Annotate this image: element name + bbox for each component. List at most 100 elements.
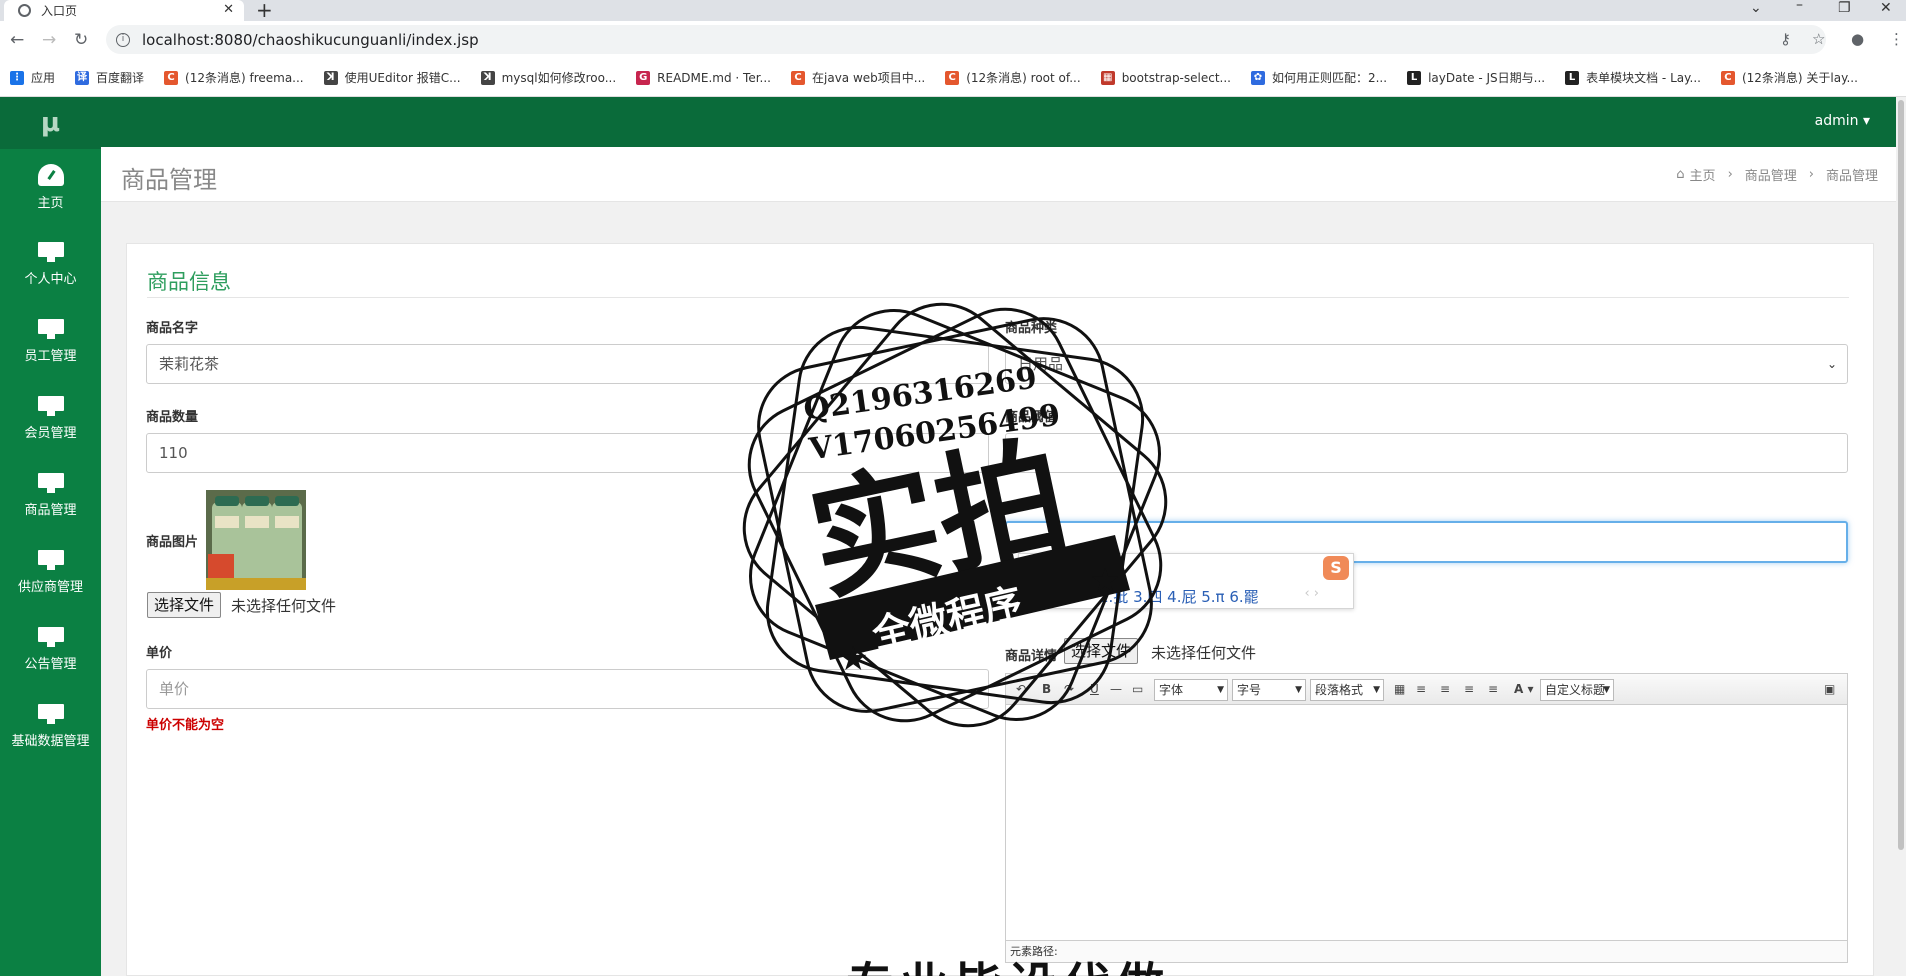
sidebar-item[interactable]: 公告管理 — [0, 611, 101, 688]
tab-title: 入口页 — [41, 4, 78, 18]
new-tab-button[interactable]: + — [256, 0, 273, 22]
bookmark-icon: ꓘ — [480, 70, 495, 85]
custom-title-combo[interactable]: 自定义标题 ▼ — [1540, 679, 1614, 701]
bookmarks-bar: ⋮ 应用 译百度翻译 C (12条消息) freema... ꓘ 使用UEditor 报错C… — [0, 59, 1906, 97]
bookmark-icon: ⋮ — [10, 70, 24, 85]
sidebar-item-label: 个人中心 — [24, 272, 77, 287]
close-tab-icon[interactable]: ✕ — [223, 2, 234, 17]
bookmark-item[interactable]: ▦ bootstrap-select... — [1100, 70, 1231, 85]
top-bar: admin ▾ — [101, 97, 1906, 147]
address-bar[interactable]: i localhost:8080/chaoshikucunguanli/inde… — [106, 25, 1826, 54]
sidebar-item-label: 基础数据管理 — [11, 734, 90, 749]
back-icon[interactable]: ← — [10, 30, 24, 50]
bookmark-item[interactable]: L 表单模块文档 - Lay... — [1565, 69, 1701, 86]
bookmark-item[interactable]: C (12条消息) 关于lay... — [1720, 69, 1858, 86]
align-justify-icon[interactable]: ≡ — [1488, 682, 1498, 696]
bookmark-item[interactable]: C (12条消息) root of... — [945, 69, 1081, 86]
size-combo[interactable]: 字号 ▼ — [1232, 679, 1306, 701]
menu-icon[interactable]: ⋮ — [1889, 30, 1904, 48]
custom-title-label: 自定义标题 — [1545, 683, 1606, 697]
bookmark-icon: G — [636, 70, 651, 85]
sogou-logo-icon: S — [1323, 556, 1349, 580]
profile-icon[interactable]: ● — [1851, 30, 1864, 48]
chevron-right-icon: › — [1727, 167, 1733, 182]
bookmark-label: 百度翻译 — [96, 71, 145, 85]
key-icon[interactable]: ⚷ — [1780, 30, 1791, 48]
tab-search-icon[interactable]: ⌄ — [1750, 0, 1762, 16]
home-icon: ⌂ — [1676, 167, 1685, 182]
bookmark-item[interactable]: LlayDate - JS日期与... — [1407, 69, 1545, 86]
star-icon: ★ — [1090, 561, 1120, 601]
browser-toolbar: ← → ↻ i localhost:8080/chaoshikucunguanl… — [0, 21, 1906, 59]
font-color-icon[interactable]: A ▾ — [1514, 682, 1534, 696]
bookmark-item[interactable]: C (12条消息) freema... — [164, 69, 304, 86]
sidebar-item-label: 商品管理 — [24, 503, 77, 518]
monitor-icon — [37, 550, 64, 570]
breadcrumb: ⌂ 主页 › 商品管理 › 商品管理 — [1676, 165, 1878, 184]
breadcrumb-home[interactable]: 主页 — [1690, 165, 1716, 184]
section-title: 商品信息 — [147, 270, 231, 294]
monitor-icon — [37, 627, 64, 647]
reload-icon[interactable]: ↻ — [74, 30, 88, 50]
sidebar-item[interactable]: 个人中心 — [0, 226, 101, 303]
bookmark-item[interactable]: G README.md · Ter... — [636, 70, 771, 85]
align-right-icon[interactable]: ≡ — [1440, 682, 1450, 696]
chevron-down-icon: ⌄ — [1826, 357, 1837, 371]
bookmark-item[interactable]: 译百度翻译 — [75, 69, 144, 86]
page-header: 商品管理 ⌂ 主页 › 商品管理 › 商品管理 — [101, 147, 1906, 202]
bookmark-item[interactable]: ꓘ 使用UEditor 报错C... — [323, 69, 461, 86]
bookmark-item[interactable]: C 在java web项目中... — [791, 69, 925, 86]
quantity-label: 商品数量 — [146, 410, 199, 425]
align-center-icon[interactable]: ≡ — [1464, 682, 1474, 696]
ime-page-nav[interactable]: ‹ › — [1304, 586, 1319, 601]
product-thumbnail — [206, 490, 306, 590]
sidebar-item[interactable]: 会员管理 — [0, 380, 101, 457]
monitor-icon — [37, 319, 64, 339]
chevron-right-icon: › — [1808, 167, 1814, 182]
paragraph-combo[interactable]: 段落格式 ▼ — [1310, 679, 1384, 701]
breadcrumb-section[interactable]: 商品管理 — [1745, 165, 1797, 184]
bookmark-label: 在java web项目中... — [812, 71, 926, 85]
sidebar-item[interactable]: 主页 — [0, 149, 101, 226]
align-left-icon[interactable]: ≡ — [1416, 682, 1426, 696]
close-window-button[interactable]: ✕ — [1880, 0, 1892, 16]
forward-icon[interactable]: → — [42, 30, 56, 50]
browser-tab[interactable]: 入口页 ✕ — [4, 0, 244, 21]
bookmark-item[interactable]: ꓘ mysql如何修改roo... — [480, 69, 616, 86]
table-icon[interactable]: ▦ — [1394, 682, 1405, 696]
image-file-button[interactable]: 选择文件 — [147, 592, 222, 618]
bookmark-item[interactable]: ✿ 如何用正则匹配：2... — [1250, 69, 1388, 86]
monitor-icon — [37, 473, 64, 493]
sidebar-item-label: 供应商管理 — [17, 580, 83, 595]
sidebar-item[interactable]: 商品管理 — [0, 457, 101, 534]
name-label: 商品名字 — [146, 321, 199, 336]
bookmark-icon: ▦ — [1100, 70, 1115, 85]
user-menu[interactable]: admin ▾ — [1815, 113, 1870, 129]
bookmark-icon: L — [1565, 70, 1580, 85]
fullscreen-icon[interactable]: ▣ — [1824, 682, 1835, 696]
monitor-icon — [37, 704, 64, 724]
price-label: 单价 — [146, 646, 173, 661]
page-title: 商品管理 — [121, 166, 217, 194]
bookmark-icon: 译 — [75, 70, 90, 85]
info-icon[interactable]: i — [116, 32, 130, 47]
bookmark-label: 表单模块文档 - Lay... — [1586, 71, 1701, 85]
bookmark-icon: C — [164, 70, 179, 85]
bookmark-star-icon[interactable]: ☆ — [1812, 30, 1825, 48]
bookmark-icon: C — [791, 70, 805, 85]
dashboard-icon — [37, 164, 64, 186]
paragraph-combo-label: 段落格式 — [1315, 683, 1364, 697]
bookmark-label: 如何用正则匹配：2... — [1271, 71, 1388, 85]
sidebar-item[interactable]: 基础数据管理 — [0, 688, 101, 765]
sidebar-item[interactable]: 供应商管理 — [0, 534, 101, 611]
bookmark-item[interactable]: ⋮ 应用 — [10, 69, 55, 86]
sidebar-item[interactable]: 员工管理 — [0, 303, 101, 380]
restore-button[interactable]: ❐ — [1838, 0, 1851, 16]
watermark-stamp: Q2196316269 V17060256499 实拍 全微程序 ★ ★ — [742, 302, 1168, 728]
price-error: 单价不能为空 — [146, 718, 225, 733]
bookmark-label: bootstrap-select... — [1121, 70, 1231, 85]
bookmark-label: (12条消息) root of... — [966, 71, 1081, 85]
minimize-button[interactable]: – — [1796, 0, 1803, 13]
scrollbar-thumb[interactable] — [1898, 100, 1904, 850]
bookmark-icon: C — [1720, 70, 1735, 85]
